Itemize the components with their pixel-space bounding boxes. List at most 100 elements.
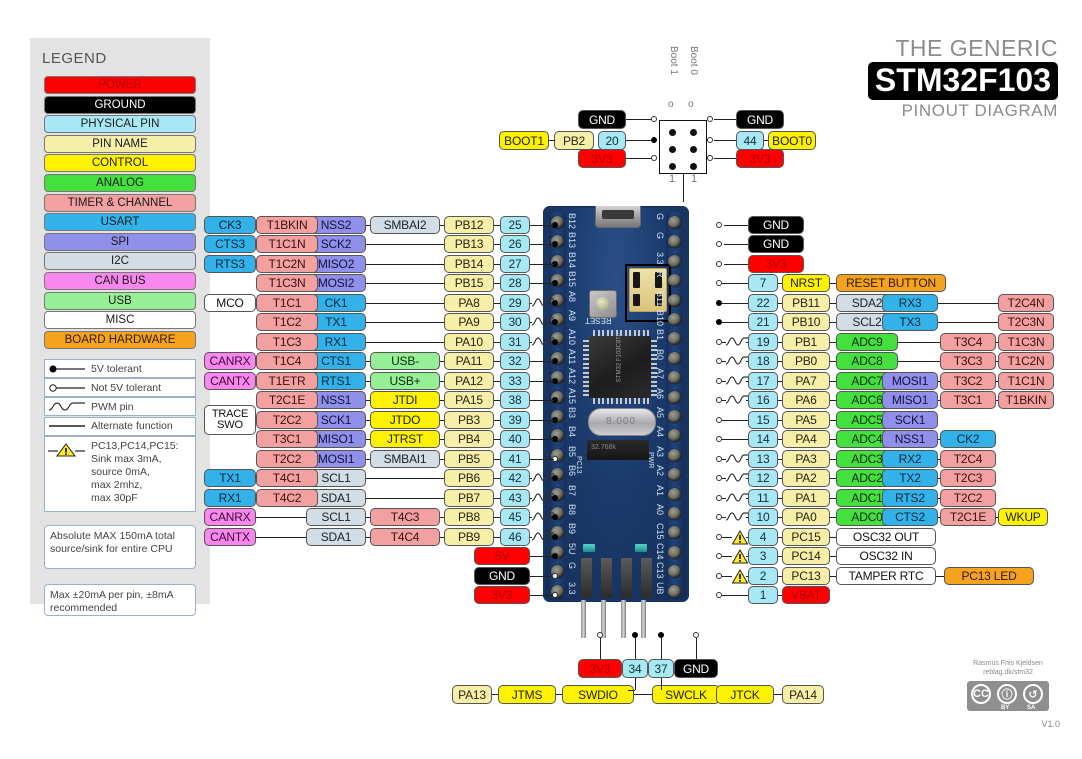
right-pin-number-17[interactable]: 17 xyxy=(748,371,778,390)
left-pin-number-32[interactable]: 32 xyxy=(500,352,530,370)
left-fn-TX1[interactable]: TX1 xyxy=(204,469,256,487)
left-pin-number-39[interactable]: 39 xyxy=(500,410,530,429)
boot-header-dot[interactable] xyxy=(669,129,676,136)
left-fn-T4C1[interactable]: T4C1 xyxy=(256,469,318,487)
left-fn-T3C1[interactable]: T3C1 xyxy=(256,430,318,448)
left-fn-SDA1[interactable]: SDA1 xyxy=(306,527,366,546)
left-pin-number-46[interactable]: 46 xyxy=(500,527,530,546)
left-power-GND[interactable]: GND xyxy=(474,566,530,585)
right-fn-ADC9[interactable]: ADC9 xyxy=(836,332,898,351)
swd-pad-37[interactable]: 37 xyxy=(648,659,674,678)
right-pin-name-VBAT[interactable]: VBAT xyxy=(782,586,830,604)
swd-pad-3V3[interactable]: 3V3 xyxy=(578,659,622,678)
right-pin-name-PC15[interactable]: PC15 xyxy=(782,527,830,546)
boot0-label-box[interactable]: BOOT0 xyxy=(768,131,816,150)
right-pin-number-7[interactable]: 7 xyxy=(748,274,778,292)
right-pin-number-22[interactable]: 22 xyxy=(748,293,778,312)
right-fn-NSS1[interactable]: NSS1 xyxy=(882,430,938,448)
right-fn-CK2[interactable]: CK2 xyxy=(940,430,996,448)
left-pin-name-PB4[interactable]: PB4 xyxy=(444,430,494,448)
right-fn-T2C2[interactable]: T2C2 xyxy=(940,488,996,507)
right-fn-T2C4N[interactable]: T2C4N xyxy=(998,293,1054,312)
left-fn-CANTX[interactable]: CANTX xyxy=(204,527,256,546)
right-fn-OSC32-IN[interactable]: OSC32 IN xyxy=(836,547,936,565)
left-pin-number-42[interactable]: 42 xyxy=(500,469,530,487)
left-pin-name-PB8[interactable]: PB8 xyxy=(444,508,494,526)
left-fn-CANTX[interactable]: CANTX xyxy=(204,371,256,390)
left-fn-SMBAI2[interactable]: SMBAI2 xyxy=(370,215,440,234)
boot1-pin-num-box[interactable]: 20 xyxy=(598,131,626,150)
right-power-GND-1[interactable]: GND xyxy=(748,235,804,253)
left-pin-name-PB5[interactable]: PB5 xyxy=(444,449,494,468)
left-fn-T1C2[interactable]: T1C2 xyxy=(256,313,318,331)
right-fn-PC13-LED[interactable]: PC13 LED xyxy=(944,566,1034,585)
boot-header-dot[interactable] xyxy=(669,146,676,153)
left-pin-name-PB9[interactable]: PB9 xyxy=(444,527,494,546)
right-fn-WKUP[interactable]: WKUP xyxy=(998,508,1048,526)
left-fn-T1ETR[interactable]: T1ETR xyxy=(256,371,318,390)
right-pin-name-PA2[interactable]: PA2 xyxy=(782,469,830,487)
left-fn-T1C1N[interactable]: T1C1N xyxy=(256,235,318,253)
left-pin-name-PA15[interactable]: PA15 xyxy=(444,391,494,409)
left-fn-T2C2[interactable]: T2C2 xyxy=(256,449,318,468)
left-pin-name-PB12[interactable]: PB12 xyxy=(444,215,494,234)
right-fn-ADC8[interactable]: ADC8 xyxy=(836,352,898,370)
right-fn-RESET-BUTTON[interactable]: RESET BUTTON xyxy=(836,274,946,292)
right-fn-T3C1[interactable]: T3C1 xyxy=(940,391,996,409)
swd-row-SWCLK[interactable]: SWCLK xyxy=(652,685,720,704)
left-pin-name-PA8[interactable]: PA8 xyxy=(444,293,494,312)
right-fn-T2C1E[interactable]: T2C1E xyxy=(940,508,996,526)
left-pin-name-PA12[interactable]: PA12 xyxy=(444,371,494,390)
right-pin-name-PC14[interactable]: PC14 xyxy=(782,547,830,565)
boot-header-dot[interactable] xyxy=(690,129,697,136)
left-pin-name-PB15[interactable]: PB15 xyxy=(444,274,494,292)
left-fn-CK3[interactable]: CK3 xyxy=(204,215,256,234)
left-fn-USB-[interactable]: USB- xyxy=(370,352,440,370)
left-pin-name-PB14[interactable]: PB14 xyxy=(444,254,494,273)
left-fn-JTDI[interactable]: JTDI xyxy=(370,391,440,409)
left-pin-number-28[interactable]: 28 xyxy=(500,274,530,292)
right-pin-number-11[interactable]: 11 xyxy=(748,488,778,507)
swd-header-pin-2[interactable] xyxy=(601,558,612,598)
right-fn-MISO1[interactable]: MISO1 xyxy=(882,391,938,409)
swd-row-JTCK[interactable]: JTCK xyxy=(716,685,774,704)
left-pin-name-PA11[interactable]: PA11 xyxy=(444,352,494,370)
left-fn-T1BKIN[interactable]: T1BKIN xyxy=(256,215,318,234)
left-fn-T1C1[interactable]: T1C1 xyxy=(256,293,318,312)
right-fn-T2C3[interactable]: T2C3 xyxy=(940,469,996,487)
right-pin-number-15[interactable]: 15 xyxy=(748,410,778,429)
boot0-pin-num-box[interactable]: 44 xyxy=(736,131,764,150)
left-pin-number-38[interactable]: 38 xyxy=(500,391,530,409)
left-fn-SCL1[interactable]: SCL1 xyxy=(306,508,366,526)
left-pin-number-30[interactable]: 30 xyxy=(500,313,530,331)
right-pin-name-PB11[interactable]: PB11 xyxy=(782,293,830,312)
swd-pad-34[interactable]: 34 xyxy=(622,659,648,678)
right-power-GND-0[interactable]: GND xyxy=(748,215,804,234)
left-fn-T2C1E[interactable]: T2C1E xyxy=(256,391,318,409)
right-pin-number-14[interactable]: 14 xyxy=(748,430,778,448)
right-fn-TX2[interactable]: TX2 xyxy=(882,469,938,487)
swd-header-pin-3[interactable] xyxy=(621,558,632,598)
boot-header-dot[interactable] xyxy=(669,163,676,170)
right-pin-number-1[interactable]: 1 xyxy=(748,586,778,604)
left-pin-number-27[interactable]: 27 xyxy=(500,254,530,273)
right-pin-number-10[interactable]: 10 xyxy=(748,508,778,526)
reset-button-hw[interactable] xyxy=(589,290,617,318)
left-pin-number-26[interactable]: 26 xyxy=(500,235,530,253)
left-fn-CANRX[interactable]: CANRX xyxy=(204,508,256,526)
right-power-3V3-2[interactable]: 3V3 xyxy=(748,254,804,273)
left-pin-name-PB13[interactable]: PB13 xyxy=(444,235,494,253)
left-fn-T1C3[interactable]: T1C3 xyxy=(256,332,318,351)
swd-row-SWDIO[interactable]: SWDIO xyxy=(562,685,634,704)
left-fn-T1C3N[interactable]: T1C3N xyxy=(256,274,318,292)
right-pin-name-PA0[interactable]: PA0 xyxy=(782,508,830,526)
left-pin-name-PB7[interactable]: PB7 xyxy=(444,488,494,507)
left-power-3V3[interactable]: 3V3 xyxy=(474,586,530,604)
boot1-pin-name-box[interactable]: PB2 xyxy=(554,131,594,150)
right-pin-name-PB0[interactable]: PB0 xyxy=(782,352,830,370)
left-fn-T4C2[interactable]: T4C2 xyxy=(256,488,318,507)
left-pin-name-PA10[interactable]: PA10 xyxy=(444,332,494,351)
left-fn-T4C4[interactable]: T4C4 xyxy=(370,527,440,546)
right-pin-name-PA3[interactable]: PA3 xyxy=(782,449,830,468)
swd-row-PA14[interactable]: PA14 xyxy=(782,685,824,704)
